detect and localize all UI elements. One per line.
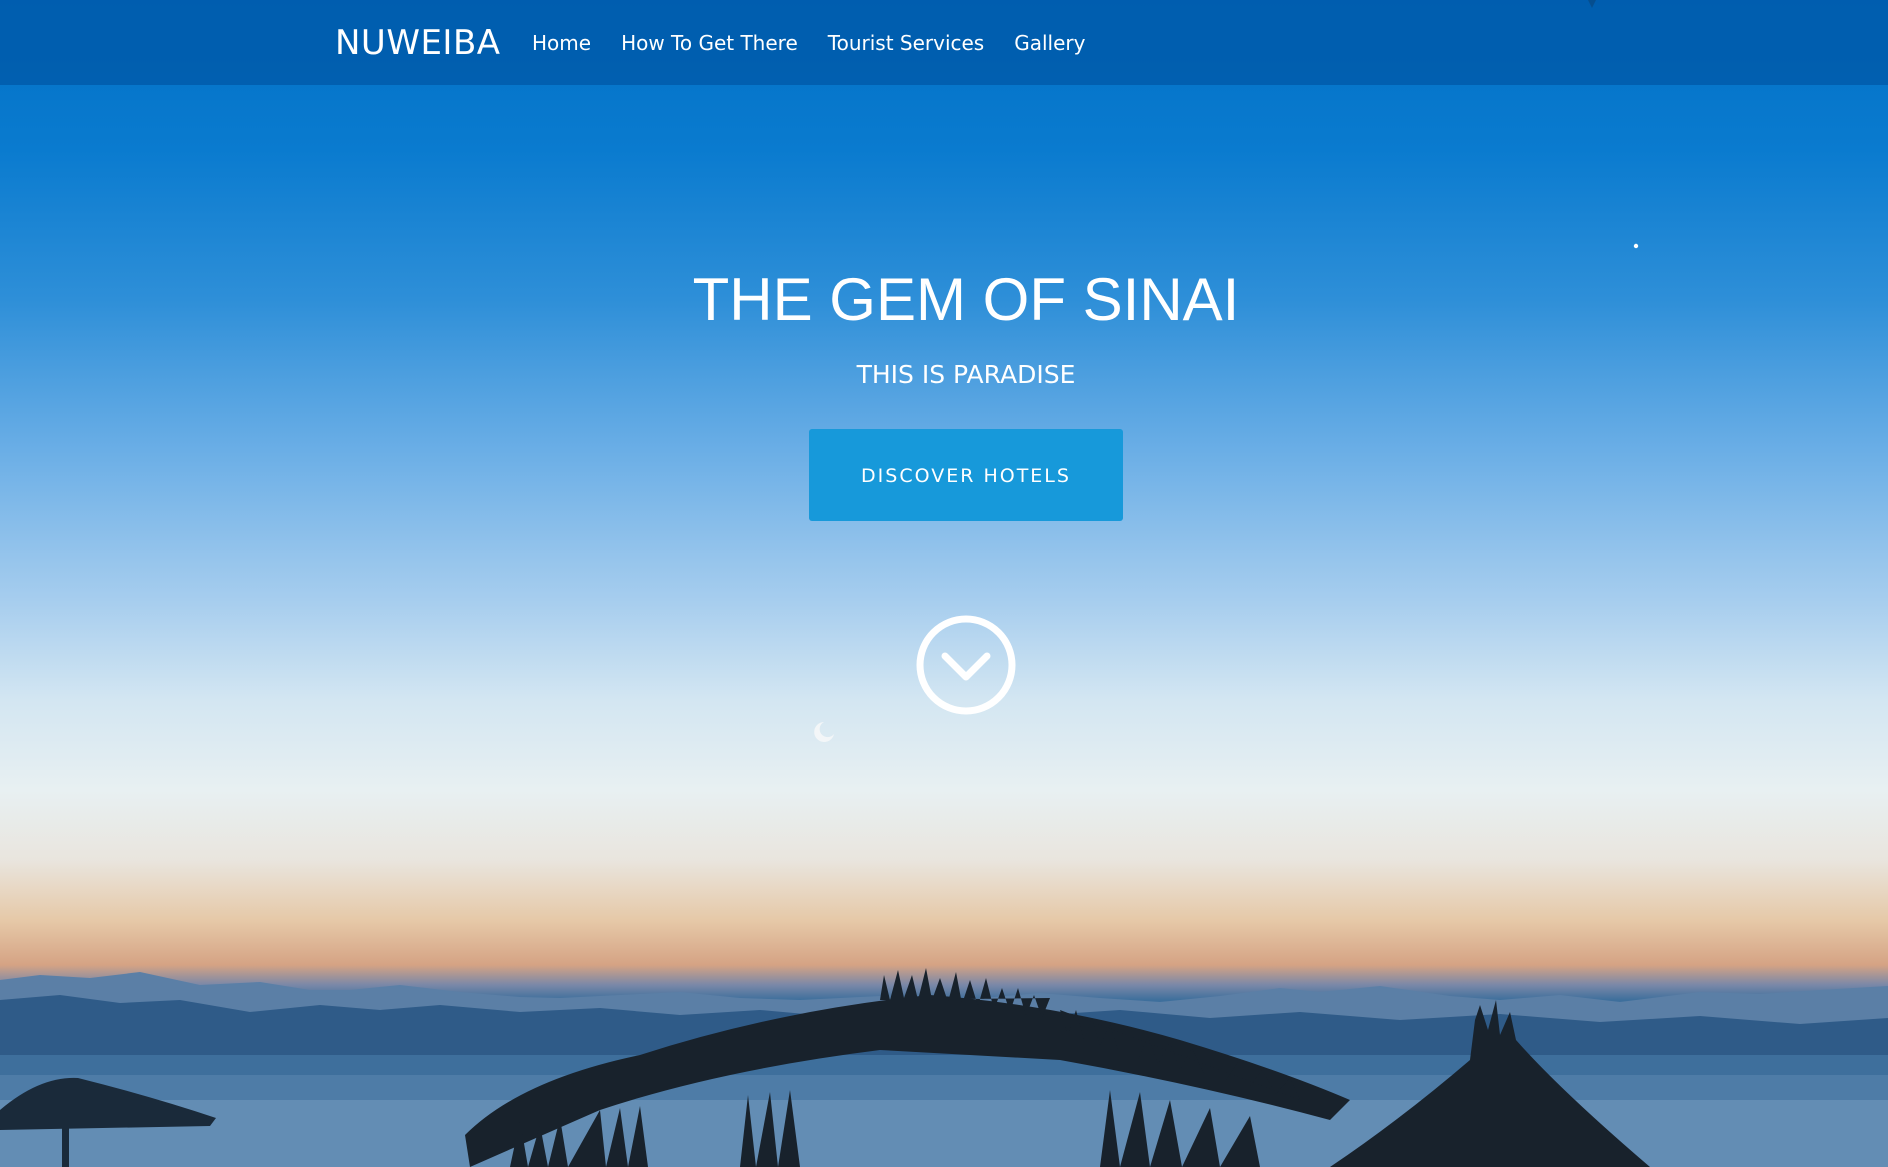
nav-link-tourist-services[interactable]: Tourist Services: [828, 28, 984, 58]
brand-logo-link[interactable]: NUWEIBA: [335, 21, 501, 65]
hero-title: THE GEM OF SINAI: [692, 266, 1240, 333]
discover-hotels-button[interactable]: DISCOVER HOTELS: [809, 429, 1123, 521]
nav-link-how-to-get-there[interactable]: How To Get There: [621, 28, 798, 58]
crescent-moon: [814, 722, 834, 742]
hero-section: NUWEIBA Home How To Get There Tourist Se…: [0, 0, 1888, 1167]
nav-links: Home How To Get There Tourist Services G…: [532, 28, 1115, 58]
top-navbar: NUWEIBA Home How To Get There Tourist Se…: [0, 0, 1888, 85]
hero-subtitle: THIS IS PARADISE: [856, 360, 1076, 389]
nav-link-gallery[interactable]: Gallery: [1014, 28, 1085, 58]
hero-background-photo: [0, 0, 1888, 1167]
star: [1633, 243, 1639, 249]
nav-link-home[interactable]: Home: [532, 28, 591, 58]
scroll-down-button[interactable]: [916, 615, 1016, 715]
chevron-down-circle-icon: [916, 615, 1016, 715]
